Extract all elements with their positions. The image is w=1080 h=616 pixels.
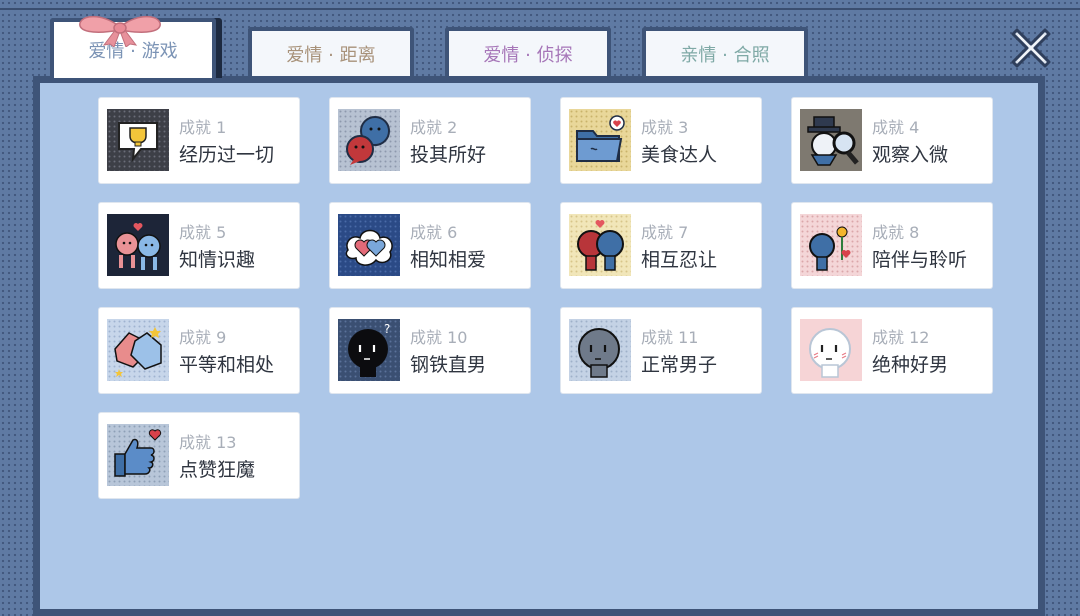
achievement-card-9[interactable]: 成就 9 平等和相处	[99, 308, 299, 393]
close-x-icon[interactable]	[1003, 20, 1059, 76]
achievement-card-5[interactable]: 成就 5 知情识趣	[99, 203, 299, 288]
tab-love-detective[interactable]: 爱情 · 侦探	[445, 27, 611, 77]
achievement-title: 成就 8	[872, 223, 920, 242]
svg-text:?: ?	[384, 322, 390, 336]
achievement-title: 成就 5	[179, 223, 227, 242]
achievement-title: 成就 7	[641, 223, 689, 242]
achievement-name: 知情识趣	[179, 249, 256, 271]
achievement-card-2[interactable]: 成就 2 投其所好	[330, 98, 530, 183]
achievement-name: 相互忍让	[641, 249, 718, 271]
achievement-name: 钢铁直男	[410, 354, 487, 376]
achievement-title: 成就 9	[179, 328, 227, 347]
achievement-name: 平等和相处	[179, 354, 275, 376]
achievement-name: 正常男子	[641, 354, 718, 376]
heart-cloud-icon	[338, 214, 400, 276]
achievement-title: 成就 10	[410, 328, 468, 347]
achievement-card-3[interactable]: 成就 3 美食达人	[561, 98, 761, 183]
achievement-card-1[interactable]: 成就 1 经历过一切	[99, 98, 299, 183]
white-face-icon	[800, 319, 862, 381]
achievement-title: 成就 11	[641, 328, 699, 347]
tab-label: 亲情 · 合照	[680, 45, 770, 66]
achievement-title: 成就 2	[410, 118, 458, 137]
handshake-icon	[107, 319, 169, 381]
achievement-title: 成就 4	[872, 118, 920, 137]
achievement-name: 美食达人	[641, 144, 718, 166]
tab-family-photo[interactable]: 亲情 · 合照	[642, 27, 808, 77]
trophy-speech-icon	[107, 109, 169, 171]
folder-heart-icon	[569, 109, 631, 171]
achievement-card-10[interactable]: ? 成就 10 钢铁直男	[330, 308, 530, 393]
achievement-name: 点赞狂魔	[179, 459, 256, 481]
detective-magnifier-icon	[800, 109, 862, 171]
achievement-card-7[interactable]: 成就 7 相互忍让	[561, 203, 761, 288]
tab-love-distance[interactable]: 爱情 · 距离	[248, 27, 414, 77]
couple-heads-icon	[569, 214, 631, 276]
achievement-name: 经历过一切	[179, 144, 275, 166]
tab-label: 爱情 · 距离	[286, 45, 376, 66]
achievement-title: 成就 3	[641, 118, 689, 137]
achievement-name: 陪伴与聆听	[872, 249, 968, 271]
couple-heart-icon	[107, 214, 169, 276]
achievement-title: 成就 1	[179, 118, 227, 137]
achievement-title: 成就 13	[179, 433, 237, 452]
achievement-card-12[interactable]: 成就 12 绝种好男	[792, 308, 992, 393]
achievement-name: 投其所好	[410, 144, 487, 166]
thumbs-up-heart-icon	[107, 424, 169, 486]
achievement-name: 观察入微	[872, 144, 949, 166]
black-face-icon: ?	[338, 319, 400, 381]
achievement-panel: 成就 1 经历过一切 成就 2 投其所好 成就 3 美食达人 成就 4 观察入微…	[33, 76, 1045, 616]
achievement-name: 相知相爱	[410, 249, 487, 271]
ribbon-bow-icon	[79, 15, 161, 47]
tab-label: 爱情 · 侦探	[483, 45, 573, 66]
achievement-card-11[interactable]: 成就 11 正常男子	[561, 308, 761, 393]
flower-person-icon	[800, 214, 862, 276]
achievement-title: 成就 6	[410, 223, 458, 242]
achievement-name: 绝种好男	[872, 354, 949, 376]
achievement-card-8[interactable]: 成就 8 陪伴与聆听	[792, 203, 992, 288]
gray-face-icon	[569, 319, 631, 381]
two-bubbles-icon	[338, 109, 400, 171]
achievement-card-4[interactable]: 成就 4 观察入微	[792, 98, 992, 183]
achievement-card-6[interactable]: 成就 6 相知相爱	[330, 203, 530, 288]
achievement-card-13[interactable]: 成就 13 点赞狂魔	[99, 413, 299, 498]
achievement-title: 成就 12	[872, 328, 930, 347]
